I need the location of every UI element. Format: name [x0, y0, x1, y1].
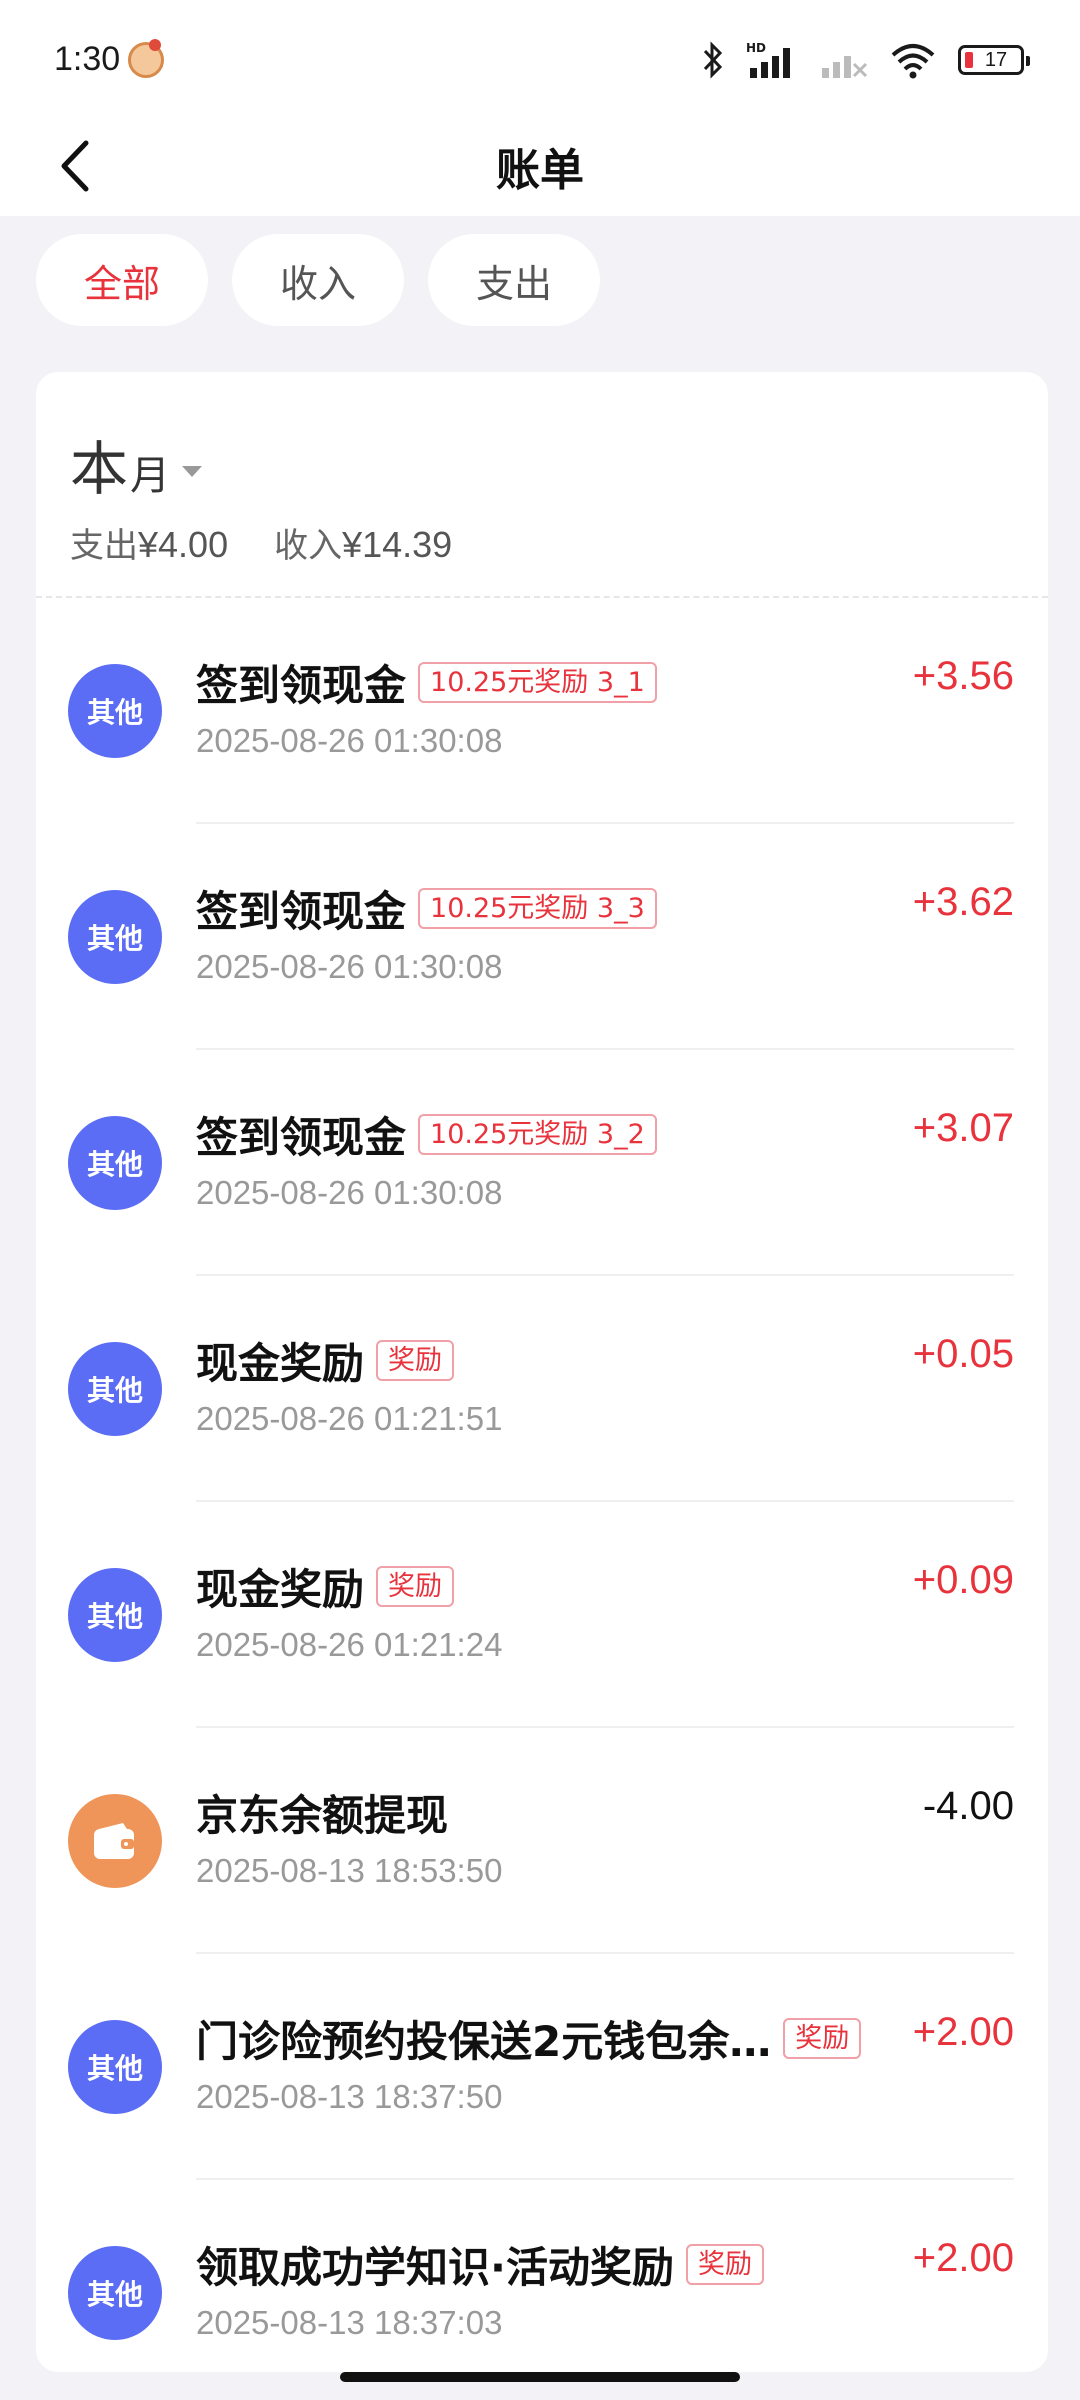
transaction-tag: 奖励 [376, 1565, 455, 1608]
expense-value: ¥4.00 [138, 524, 229, 565]
status-bar: 1:30 HD 17 [0, 0, 1080, 126]
transaction-date: 2025-08-26 01:21:24 [196, 1626, 503, 1663]
transaction-list: 其他 签到领现金 10.25元奖励 3_1 2025-08-26 01:30:0… [36, 598, 1048, 2372]
category-avatar: 其他 [68, 890, 162, 984]
title-line: 现金奖励 奖励 [196, 1556, 455, 1617]
wallet-icon [68, 1794, 162, 1888]
transaction-date: 2025-08-13 18:37:50 [196, 2078, 503, 2115]
income-summary: 收入¥14.39 [274, 518, 452, 567]
transaction-tag: 奖励 [783, 2017, 862, 2060]
month-selector[interactable]: 本 月 [70, 422, 203, 506]
title-line: 领取成功学知识·活动奖励 奖励 [196, 2234, 764, 2295]
month-label-small: 月 [130, 453, 171, 499]
transaction-title: 领取成功学知识·活动奖励 [196, 2243, 674, 2292]
transaction-date: 2025-08-26 01:21:51 [196, 1400, 503, 1437]
expense-summary: 支出¥4.00 [70, 518, 228, 567]
transaction-amount: -4.00 [922, 1784, 1014, 1828]
title-line: 签到领现金 10.25元奖励 3_2 [196, 1104, 657, 1165]
month-label-big: 本 [70, 435, 129, 503]
transaction-amount: +0.05 [912, 1332, 1014, 1376]
network-type-label: HD [746, 41, 766, 55]
transaction-amount: +3.62 [912, 880, 1014, 924]
category-avatar: 其他 [68, 1568, 162, 1662]
wifi-icon [891, 44, 935, 79]
tab-income[interactable]: 收入 [232, 234, 404, 326]
transaction-title: 京东余额提现 [196, 1791, 449, 1840]
income-label: 收入 [274, 526, 343, 566]
bluetooth-icon [703, 41, 723, 79]
category-avatar: 其他 [68, 1116, 162, 1210]
transaction-row[interactable]: 京东余额提现 2025-08-13 18:53:50 -4.00 [36, 1728, 1048, 1954]
title-line: 现金奖励 奖励 [196, 1330, 455, 1391]
transaction-amount: +2.00 [912, 2010, 1014, 2054]
transaction-tag: 10.25元奖励 3_2 [418, 1113, 657, 1156]
transaction-amount: +3.07 [912, 1106, 1014, 1150]
transaction-tag: 10.25元奖励 3_3 [418, 887, 657, 930]
tab-expense[interactable]: 支出 [428, 234, 600, 326]
transaction-title: 签到领现金 [196, 661, 407, 710]
bill-card: 本 月 支出¥4.00 收入¥14.39 其他 签到领现金 10.25元奖励 3… [36, 372, 1048, 2372]
status-icons: HD 17 [702, 40, 1030, 80]
transaction-title: 现金奖励 [196, 1565, 365, 1614]
page-title: 账单 [496, 145, 584, 196]
transaction-amount: +2.00 [912, 2236, 1014, 2280]
transaction-row[interactable]: 其他 现金奖励 奖励 2025-08-26 01:21:24 +0.09 [36, 1502, 1048, 1728]
mascot-notification-icon [128, 39, 164, 78]
category-avatar: 其他 [68, 664, 162, 758]
transaction-row[interactable]: 其他 领取成功学知识·活动奖励 奖励 2025-08-13 18:37:03 +… [36, 2180, 1048, 2372]
battery-icon: 17 [958, 45, 1030, 75]
title-line: 京东余额提现 [196, 1782, 448, 1843]
home-indicator[interactable] [340, 2372, 740, 2382]
month-summary: 支出¥4.00 收入¥14.39 [70, 518, 452, 567]
status-time: 1:30 [54, 40, 121, 78]
transaction-row[interactable]: 其他 签到领现金 10.25元奖励 3_1 2025-08-26 01:30:0… [36, 598, 1048, 824]
transaction-tag: 奖励 [376, 1339, 455, 1382]
category-avatar: 其他 [68, 2020, 162, 2114]
transaction-date: 2025-08-13 18:53:50 [196, 1852, 503, 1889]
transaction-date: 2025-08-26 01:30:08 [196, 1174, 503, 1211]
title-line: 签到领现金 10.25元奖励 3_1 [196, 652, 657, 713]
title-line: 签到领现金 10.25元奖励 3_3 [196, 878, 657, 939]
transaction-amount: +3.56 [912, 654, 1014, 698]
transaction-row[interactable]: 其他 门诊险预约投保送2元钱包余… 奖励 2025-08-13 18:37:50… [36, 1954, 1048, 2180]
signal-strength-icon: HD [746, 41, 790, 78]
expense-label: 支出 [70, 526, 138, 566]
title-line: 门诊险预约投保送2元钱包余… 奖励 [196, 2008, 862, 2069]
transaction-date: 2025-08-13 18:37:03 [196, 2304, 503, 2341]
transaction-tag: 奖励 [685, 2243, 764, 2286]
transaction-title: 签到领现金 [196, 1113, 407, 1162]
transaction-title: 签到领现金 [196, 887, 407, 936]
category-avatar: 其他 [68, 2246, 162, 2340]
battery-level: 17 [984, 48, 1008, 71]
transaction-row[interactable]: 其他 签到领现金 10.25元奖励 3_2 2025-08-26 01:30:0… [36, 1050, 1048, 1276]
tab-all[interactable]: 全部 [36, 234, 208, 326]
transaction-row[interactable]: 其他 现金奖励 奖励 2025-08-26 01:21:51 +0.05 [36, 1276, 1048, 1502]
transaction-date: 2025-08-26 01:30:08 [196, 948, 503, 985]
nav-header: 账单 [0, 126, 1080, 216]
transaction-tag: 10.25元奖励 3_1 [418, 661, 657, 704]
category-avatar: 其他 [68, 1342, 162, 1436]
transaction-title: 现金奖励 [196, 1339, 365, 1388]
caret-down-icon [182, 465, 203, 477]
filter-tabs: 全部 收入 支出 [36, 234, 600, 326]
transaction-amount: +0.09 [912, 1558, 1014, 1602]
signal-off-icon [822, 56, 868, 78]
income-value: ¥14.39 [342, 524, 453, 565]
transaction-date: 2025-08-26 01:30:08 [196, 722, 503, 759]
transaction-row[interactable]: 其他 签到领现金 10.25元奖励 3_3 2025-08-26 01:30:0… [36, 824, 1048, 1050]
transaction-title: 门诊险预约投保送2元钱包余… [196, 2017, 772, 2066]
